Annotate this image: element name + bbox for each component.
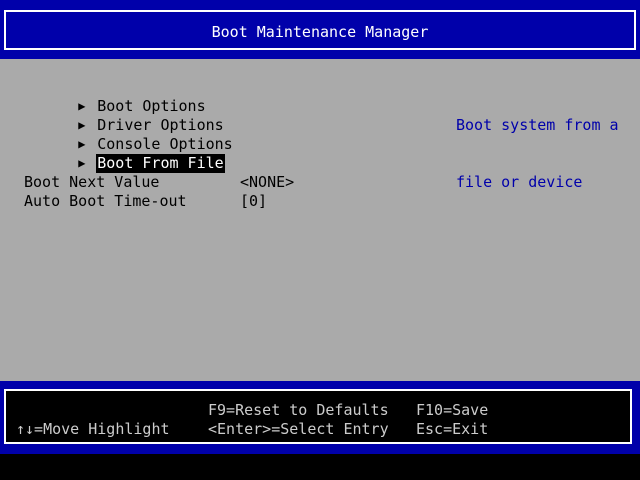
triangle-right-icon: ▶ xyxy=(78,156,86,170)
title-box: Boot Maintenance Manager xyxy=(4,10,636,50)
menu-item-console-options[interactable]: ▶ Console Options xyxy=(6,116,234,153)
bios-screen: Boot Maintenance Manager ▶ Boot Options ▶… xyxy=(0,0,640,480)
key-save: F10=Save xyxy=(416,401,489,419)
boot-menu: ▶ Boot Options ▶ Driver Options ▶ Console O… xyxy=(6,78,234,173)
bottom-margin xyxy=(0,454,640,480)
header-band: Boot Maintenance Manager xyxy=(0,0,640,59)
menu-item-driver-options[interactable]: ▶ Driver Options xyxy=(6,97,234,134)
help-text: Boot system from a file or device xyxy=(456,78,632,230)
settings-list: Boot Next Value <NONE> Auto Boot Time-ou… xyxy=(24,173,294,211)
setting-auto-boot-timeout: Auto Boot Time-out [0] xyxy=(24,192,267,211)
key-move-highlight: ↑↓=Move Highlight xyxy=(16,420,170,438)
help-line: file or device xyxy=(456,173,583,191)
menu-item-boot-from-file[interactable]: ▶ Boot From File xyxy=(6,135,234,173)
setting-boot-next-value: Boot Next Value <NONE> xyxy=(24,173,294,192)
key-reset-defaults: F9=Reset to Defaults xyxy=(208,401,389,419)
page-title: Boot Maintenance Manager xyxy=(211,23,429,41)
key-exit: Esc=Exit xyxy=(416,420,489,438)
key-help-box: ↑↓=Move Highlight F9=Reset to Defaults <… xyxy=(4,389,632,444)
setting-label: Auto Boot Time-out xyxy=(24,192,187,210)
menu-item-label: Boot From File xyxy=(96,154,225,173)
main-panel: ▶ Boot Options ▶ Driver Options ▶ Console O… xyxy=(0,59,640,381)
footer-band: ↑↓=Move Highlight F9=Reset to Defaults <… xyxy=(0,381,640,454)
setting-label: Boot Next Value xyxy=(24,173,160,191)
menu-item-boot-options[interactable]: ▶ Boot Options xyxy=(6,78,234,115)
auto-boot-timeout-field[interactable]: [0] xyxy=(240,192,267,211)
help-line: Boot system from a xyxy=(456,116,619,134)
key-select-entry: <Enter>=Select Entry xyxy=(208,420,389,438)
boot-next-value-field[interactable]: <NONE> xyxy=(240,173,294,192)
